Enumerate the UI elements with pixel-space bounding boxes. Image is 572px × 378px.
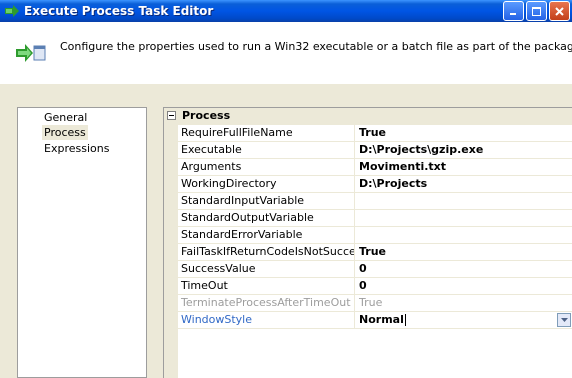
page-navigation: General Process Expressions (17, 107, 147, 378)
property-value[interactable]: D:\Projects\gzip.exe (356, 142, 572, 158)
nav-item-expressions[interactable]: Expressions (42, 141, 111, 156)
property-grid: Process RequireFullFileName True Executa… (163, 107, 572, 378)
property-name: Arguments (178, 159, 355, 175)
property-name: WorkingDirectory (178, 176, 355, 192)
property-row-selected[interactable]: WindowStyle Normal (178, 312, 572, 329)
property-value[interactable]: Movimenti.txt (356, 159, 572, 175)
property-name: Executable (178, 142, 355, 158)
property-row-readonly[interactable]: TerminateProcessAfterTimeOut True (178, 295, 572, 312)
category-row[interactable]: Process (164, 108, 572, 125)
property-name: WindowStyle (178, 312, 355, 328)
text-caret (404, 314, 406, 326)
minimize-icon (510, 12, 516, 15)
property-value[interactable]: True (356, 125, 572, 141)
grid-gutter (164, 108, 178, 378)
property-name: TimeOut (178, 278, 355, 294)
property-value[interactable] (356, 227, 572, 243)
property-name: SuccessValue (178, 261, 355, 277)
property-name: StandardOutputVariable (178, 210, 355, 226)
chevron-down-icon (560, 318, 568, 322)
nav-item-general[interactable]: General (42, 110, 89, 125)
property-row[interactable]: StandardInputVariable (178, 193, 572, 210)
property-row[interactable]: WorkingDirectory D:\Projects (178, 176, 572, 193)
property-value[interactable]: D:\Projects (356, 176, 572, 192)
property-row[interactable]: SuccessValue 0 (178, 261, 572, 278)
property-row[interactable]: FailTaskIfReturnCodeIsNotSuccessValue Tr… (178, 244, 572, 261)
property-row[interactable]: StandardOutputVariable (178, 210, 572, 227)
property-row[interactable]: RequireFullFileName True (178, 125, 572, 142)
property-name: StandardErrorVariable (178, 227, 355, 243)
maximize-icon (532, 6, 541, 16)
property-value[interactable]: True (356, 244, 572, 260)
property-name: TerminateProcessAfterTimeOut (178, 295, 355, 311)
nav-item-process[interactable]: Process (42, 125, 88, 140)
collapse-icon[interactable] (167, 111, 176, 120)
property-name: RequireFullFileName (178, 125, 355, 141)
window-style-select[interactable]: Normal (356, 312, 572, 328)
header-description: Configure the properties used to run a W… (60, 40, 572, 53)
property-value[interactable]: 0 (356, 278, 572, 294)
dropdown-button[interactable] (557, 313, 571, 327)
header-panel: Configure the properties used to run a W… (0, 22, 572, 84)
property-value[interactable] (356, 210, 572, 226)
category-label: Process (182, 109, 231, 122)
title-bar[interactable]: Execute Process Task Editor (0, 0, 572, 22)
property-row[interactable]: Arguments Movimenti.txt (178, 159, 572, 176)
property-row[interactable]: StandardErrorVariable (178, 227, 572, 244)
property-value[interactable] (356, 193, 572, 209)
property-row[interactable]: TimeOut 0 (178, 278, 572, 295)
execute-process-icon (16, 40, 46, 69)
property-value[interactable]: 0 (356, 261, 572, 277)
app-icon (4, 3, 20, 19)
property-name: StandardInputVariable (178, 193, 355, 209)
minimize-button[interactable] (503, 1, 524, 21)
close-button[interactable] (549, 1, 570, 21)
maximize-button[interactable] (526, 1, 547, 21)
property-value: Normal (359, 313, 404, 326)
window-title: Execute Process Task Editor (24, 4, 214, 18)
close-icon (555, 6, 564, 16)
property-value: True (359, 296, 383, 309)
property-row[interactable]: Executable D:\Projects\gzip.exe (178, 142, 572, 159)
property-name: FailTaskIfReturnCodeIsNotSuccessValue (178, 244, 355, 260)
